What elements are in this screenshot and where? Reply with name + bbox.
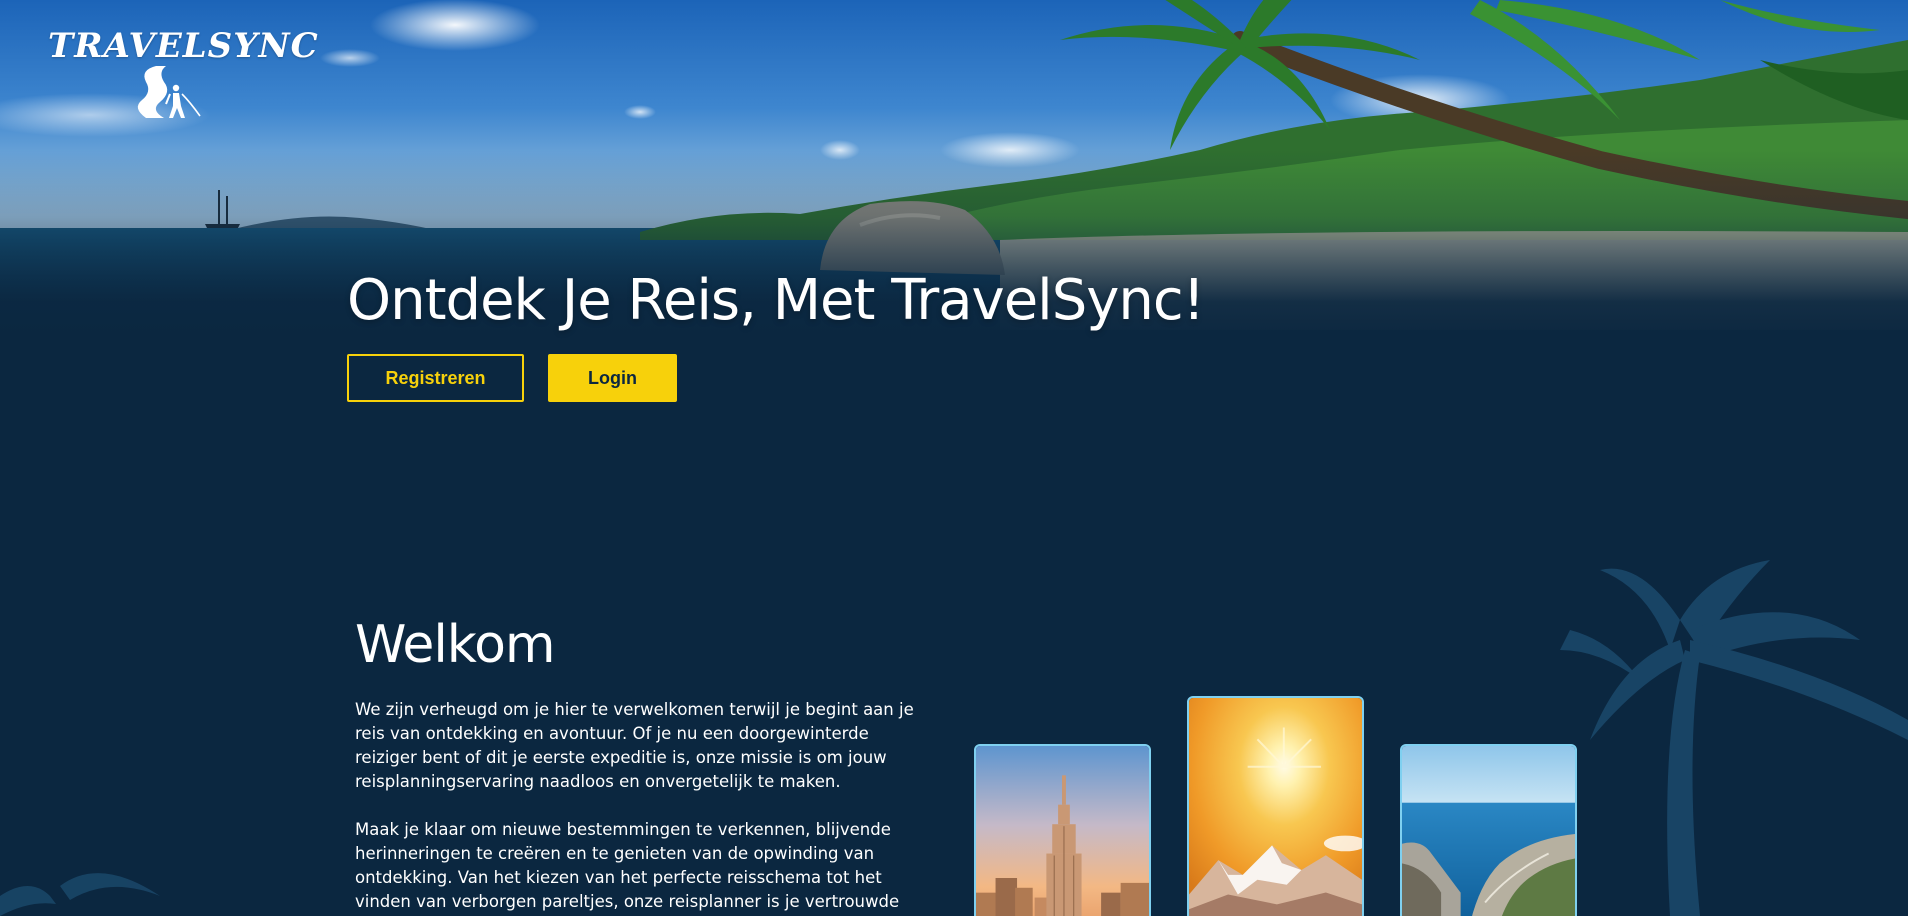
palm-tree-icon: [0, 873, 160, 916]
welcome-paragraph: Maak je klaar om nieuwe bestemmingen te …: [355, 820, 900, 911]
destination-card-coast[interactable]: [1400, 744, 1577, 916]
login-button[interactable]: Login: [548, 354, 677, 402]
traveler-on-road-icon: [137, 66, 201, 118]
hero-section: TRAVELSYNC Ontdek Je Reis, Met TravelSyn…: [0, 0, 1908, 340]
sea-coast-image: [1402, 746, 1575, 916]
logo-text: TRAVELSYNC: [48, 26, 319, 66]
register-button[interactable]: Registreren: [347, 354, 524, 402]
destination-card-city[interactable]: [974, 744, 1151, 916]
travelsync-logo[interactable]: TRAVELSYNC: [48, 26, 318, 118]
destination-card-mountain[interactable]: [1187, 696, 1364, 916]
hero-title: Ontdek Je Reis, Met TravelSync!: [347, 268, 1205, 333]
sun-mountain-image: [1189, 698, 1362, 916]
welcome-paragraph: We zijn verheugd om je hier te verwelkom…: [355, 700, 914, 791]
palm-tree-icon: [1560, 560, 1908, 916]
welcome-text: We zijn verheugd om je hier te verwelkom…: [355, 698, 915, 916]
welcome-title: Welkom: [355, 615, 556, 675]
city-skyline-image: [976, 746, 1149, 916]
